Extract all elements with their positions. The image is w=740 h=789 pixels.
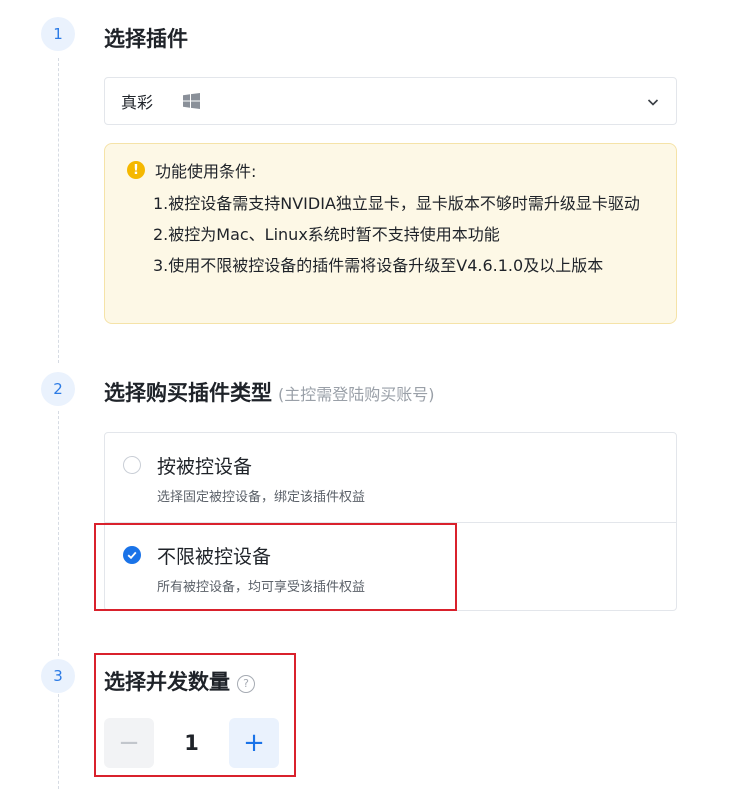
- purchase-type-options: 按被控设备 选择固定被控设备，绑定该插件权益 不限被控设备 所有被控设备，均可享…: [104, 432, 677, 611]
- notice-line: 2.被控为Mac、Linux系统时暂不支持使用本功能: [153, 225, 500, 244]
- step-connector-2: [58, 411, 59, 656]
- step-connector-3: [58, 694, 59, 789]
- step-1-title: 选择插件: [104, 23, 188, 53]
- plugin-select[interactable]: 真彩: [104, 77, 677, 125]
- option-title: 按被控设备: [157, 456, 253, 478]
- step-number-1: 1: [41, 17, 75, 51]
- windows-icon: [183, 93, 201, 109]
- notice-line: 1.被控设备需支持NVIDIA独立显卡，显卡版本不够时需升级显卡驱动: [153, 194, 640, 213]
- chevron-down-icon: [646, 94, 660, 108]
- increment-button[interactable]: +: [229, 718, 279, 768]
- step-2-title: 选择购买插件类型 (主控需登陆购买账号): [104, 377, 435, 407]
- step-1-title-text: 选择插件: [104, 27, 188, 51]
- step-2-hint: (主控需登陆购买账号): [278, 385, 435, 404]
- usage-conditions-notice: ! 功能使用条件: 1.被控设备需支持NVIDIA独立显卡，显卡版本不够时需升级…: [104, 143, 677, 324]
- step-3-title: 选择并发数量 ?: [104, 666, 255, 696]
- decrement-button[interactable]: −: [104, 718, 154, 768]
- notice-lines: 1.被控设备需支持NVIDIA独立显卡，显卡版本不够时需升级显卡驱动 2.被控为…: [153, 188, 658, 281]
- help-icon[interactable]: ?: [237, 674, 255, 693]
- option-title: 不限被控设备: [157, 546, 272, 568]
- step-number-2: 2: [41, 372, 75, 406]
- option-unlimited-devices[interactable]: 不限被控设备 所有被控设备，均可享受该插件权益: [105, 522, 676, 611]
- notice-title-text: 功能使用条件:: [155, 162, 257, 181]
- step-2-title-text: 选择购买插件类型: [104, 381, 272, 405]
- plugin-select-value: 真彩: [121, 93, 154, 112]
- option-description: 选择固定被控设备，绑定该插件权益: [157, 490, 366, 505]
- option-description: 所有被控设备，均可享受该插件权益: [157, 580, 366, 595]
- radio-checked-icon[interactable]: [123, 546, 141, 564]
- step-connector-1: [58, 58, 59, 363]
- option-per-device[interactable]: 按被控设备 选择固定被控设备，绑定该插件权益: [105, 433, 676, 522]
- notice-title: ! 功能使用条件:: [127, 158, 256, 182]
- step-number-3: 3: [41, 659, 75, 693]
- radio-unchecked-icon[interactable]: [123, 456, 141, 474]
- step-3-title-text: 选择并发数量: [104, 670, 230, 694]
- warning-icon: !: [127, 161, 145, 179]
- quantity-value[interactable]: 1: [154, 718, 229, 768]
- notice-line: 3.使用不限被控设备的插件需将设备升级至V4.6.1.0及以上版本: [153, 256, 604, 275]
